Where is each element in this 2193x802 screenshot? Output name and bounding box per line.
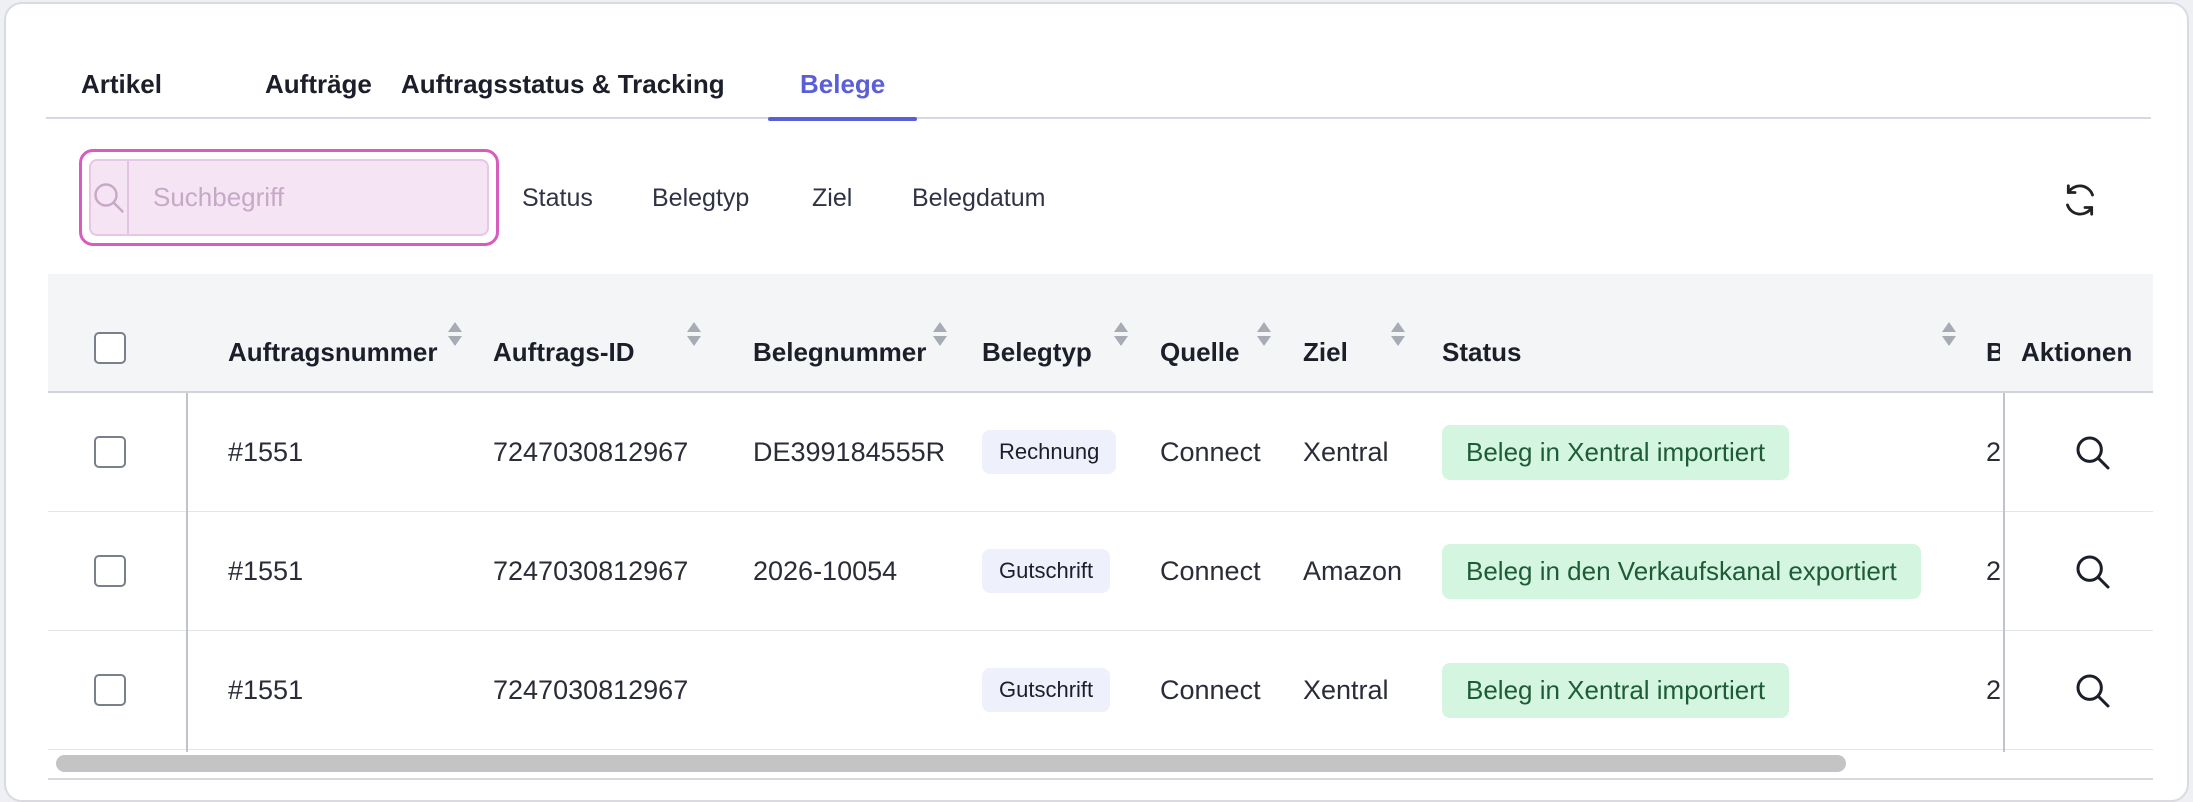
cell-quelle: Connect: [1160, 675, 1261, 705]
filter-status[interactable]: Status: [522, 184, 593, 213]
row-checkbox[interactable]: [94, 436, 126, 468]
cell-auftragsnummer: #1551: [228, 556, 304, 586]
column-header-truncated[interactable]: B: [1986, 337, 2000, 368]
filter-ziel[interactable]: Ziel: [812, 184, 852, 213]
search-box: [79, 149, 499, 246]
cell-auftrags-id: 7247030812967: [493, 675, 689, 705]
tab-auftraege[interactable]: Aufträge: [265, 59, 372, 119]
tab-auftragsstatus-tracking[interactable]: Auftragsstatus & Tracking: [401, 59, 725, 119]
tab-artikel[interactable]: Artikel: [81, 59, 162, 119]
tab-belege[interactable]: Belege: [767, 59, 918, 121]
cell-auftragsnummer: #1551: [228, 675, 304, 705]
cell-truncated: 2: [1986, 437, 2000, 467]
cell-belegnummer: 2026-10054: [753, 556, 898, 586]
select-all-checkbox[interactable]: [94, 332, 126, 364]
divider: [48, 778, 2153, 780]
column-divider: [186, 393, 188, 752]
sort-icon[interactable]: [686, 320, 702, 348]
belegtyp-badge: Gutschrift: [982, 549, 1111, 593]
search-input[interactable]: [129, 161, 488, 234]
cell-truncated: 2: [1986, 675, 2000, 705]
sort-icon[interactable]: [932, 320, 948, 348]
tab-bar: Artikel Aufträge Auftragsstatus & Tracki…: [46, 59, 2151, 121]
row-checkbox[interactable]: [94, 674, 126, 706]
cell-auftragsnummer: #1551: [228, 437, 304, 467]
search-field-wrapper: [89, 159, 489, 236]
table-header: Auftragsnummer Auftrags-ID Belegnummer B…: [48, 274, 2153, 393]
filter-belegtyp[interactable]: Belegtyp: [652, 184, 749, 213]
status-badge: Beleg in den Verkaufskanal exportiert: [1442, 544, 1921, 599]
row-checkbox[interactable]: [94, 555, 126, 587]
belegtyp-badge: Rechnung: [982, 430, 1117, 474]
belege-table: Auftragsnummer Auftrags-ID Belegnummer B…: [48, 274, 2153, 752]
sort-icon[interactable]: [447, 320, 463, 348]
cell-ziel: Xentral: [1303, 437, 1389, 467]
column-header-belegtyp[interactable]: Belegtyp: [982, 337, 1092, 368]
sort-icon[interactable]: [1390, 320, 1406, 348]
column-header-aktionen: Aktionen: [2021, 337, 2133, 367]
cell-ziel: Amazon: [1303, 556, 1403, 586]
column-header-ziel[interactable]: Ziel: [1303, 337, 1348, 368]
sort-icon[interactable]: [1256, 320, 1272, 348]
search-icon: [91, 161, 129, 234]
main-card: Artikel Aufträge Auftragsstatus & Tracki…: [4, 2, 2189, 802]
column-header-auftrags-id[interactable]: Auftrags-ID: [493, 337, 635, 368]
column-header-quelle[interactable]: Quelle: [1160, 337, 1239, 368]
cell-auftrags-id: 7247030812967: [493, 556, 689, 586]
refresh-icon[interactable]: [2060, 180, 2100, 220]
horizontal-scrollbar[interactable]: [56, 755, 1846, 772]
view-magnifier-icon[interactable]: [2073, 671, 2113, 711]
column-header-auftragsnummer[interactable]: Auftragsnummer: [228, 337, 437, 368]
cell-auftrags-id: 7247030812967: [493, 437, 689, 467]
cell-truncated: 2: [1986, 556, 2000, 586]
sort-icon[interactable]: [1941, 320, 1957, 348]
column-header-belegnummer[interactable]: Belegnummer: [753, 337, 926, 368]
filter-belegdatum[interactable]: Belegdatum: [912, 184, 1045, 213]
cell-quelle: Connect: [1160, 556, 1261, 586]
belegtyp-badge: Gutschrift: [982, 668, 1111, 712]
view-magnifier-icon[interactable]: [2073, 433, 2113, 473]
column-divider: [2003, 393, 2005, 752]
cell-quelle: Connect: [1160, 437, 1261, 467]
view-magnifier-icon[interactable]: [2073, 552, 2113, 592]
cell-ziel: Xentral: [1303, 675, 1389, 705]
table-row[interactable]: #1551 7247030812967 Gutschrift Connect X…: [48, 631, 2153, 750]
table-row[interactable]: #1551 7247030812967 DE399184555R Rechnun…: [48, 393, 2153, 512]
cell-belegnummer: DE399184555R: [753, 437, 946, 467]
status-badge: Beleg in Xentral importiert: [1442, 425, 1790, 480]
sort-icon[interactable]: [1113, 320, 1129, 348]
table-row[interactable]: #1551 7247030812967 2026-10054 Gutschrif…: [48, 512, 2153, 631]
status-badge: Beleg in Xentral importiert: [1442, 663, 1790, 718]
column-header-status[interactable]: Status: [1442, 337, 1521, 368]
